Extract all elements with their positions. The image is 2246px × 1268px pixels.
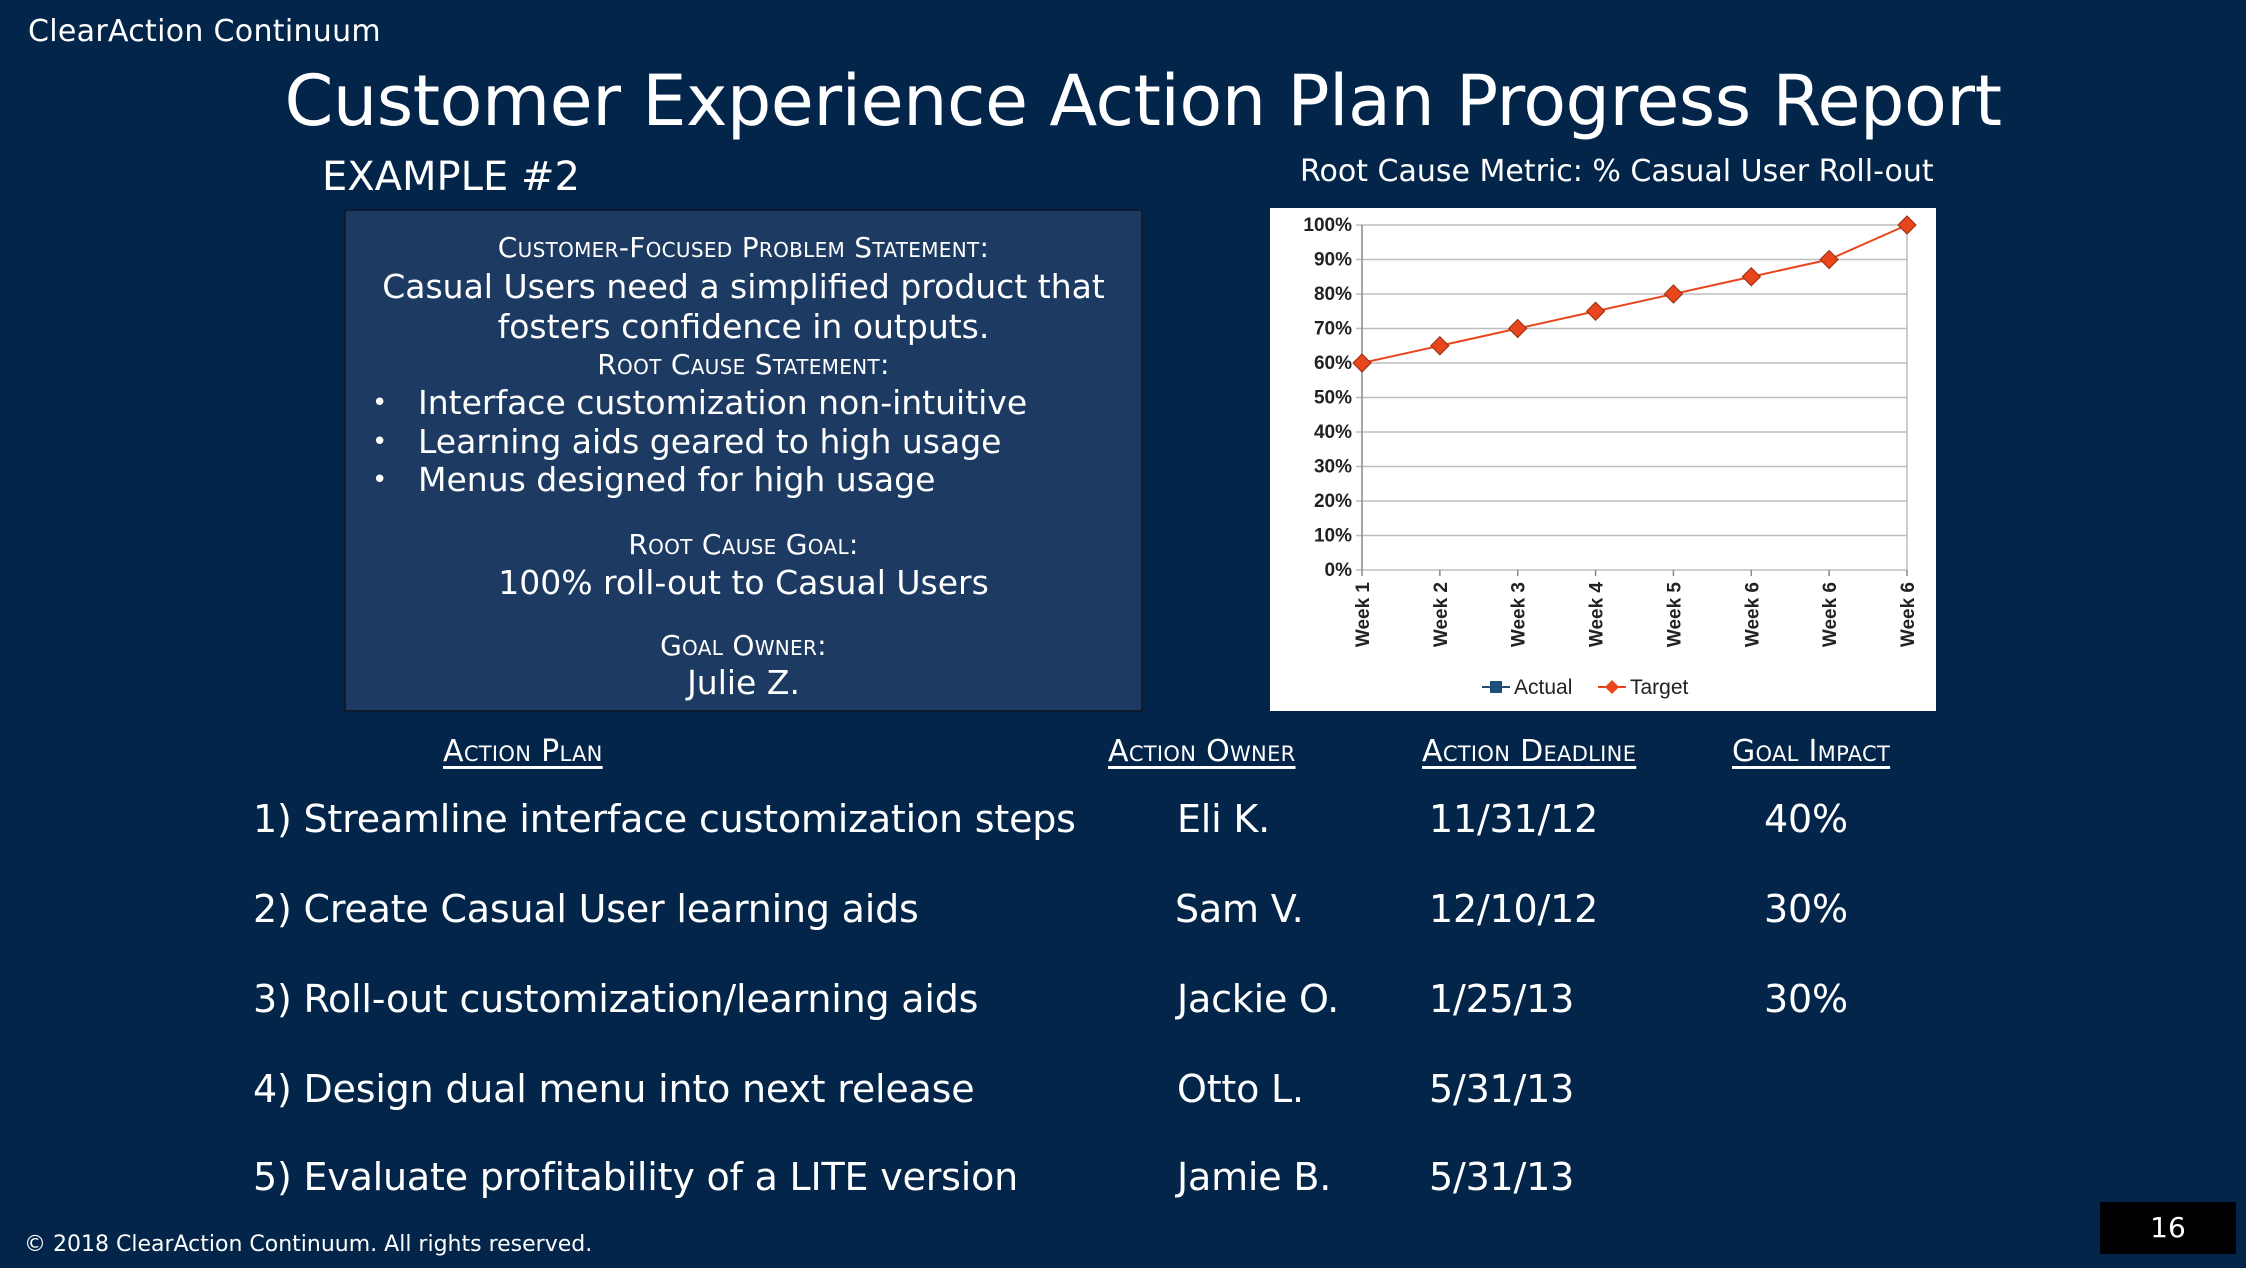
list-item: • Learning aids geared to high usage: [358, 421, 1027, 462]
header-goal-impact: Goal Impact: [1732, 734, 1891, 769]
copyright-footer: © 2018 ClearAction Continuum. All rights…: [24, 1232, 593, 1257]
data-point-marker: [1352, 353, 1372, 373]
list-item: • Menus designed for high usage: [358, 460, 1027, 500]
table-cell-plan: 1) Streamline interface customization st…: [253, 797, 1076, 841]
table-cell-plan: 5) Evaluate profitability of a LITE vers…: [253, 1155, 1019, 1199]
table-cell-owner: Otto L.: [1177, 1067, 1304, 1111]
data-point-marker: [1508, 318, 1528, 339]
root-cause-goal-text: 100% roll-out to Casual Users: [498, 563, 989, 602]
goal-owner-label: Goal Owner:: [660, 629, 827, 662]
legend-label: Target: [1630, 676, 1689, 699]
data-point-marker: [1430, 336, 1450, 356]
table-cell-owner: Sam V.: [1175, 887, 1304, 931]
problem-statement-line-2: fosters confidence in outputs.: [497, 307, 990, 346]
x-tick-label: Week 6: [1742, 582, 1763, 647]
table-cell-plan: 3) Roll-out customization/learning aids: [253, 977, 979, 1021]
rollout-chart-svg: 0% 10% 20% 30% 40% 50% 60% 70% 80% 90% 100% Week 1 W…: [1303, 215, 1919, 699]
root-cause-label: Root Cause Statement:: [597, 348, 890, 381]
goal-owner-name: Julie Z.: [687, 663, 800, 702]
data-point-marker: [1663, 284, 1684, 304]
root-cause-goal-label: Root Cause Goal:: [628, 528, 859, 561]
root-cause-list: • Interface customization non-intuitive •…: [358, 383, 1028, 500]
rollout-chart: 0% 10% 20% 30% 40% 50% 60% 70% 80% 90% 100% Week 1 W…: [1270, 208, 1936, 711]
x-tick-label: Week 2: [1431, 582, 1452, 647]
page-number: 16: [2100, 1202, 2236, 1254]
x-tick-label: Week 1: [1353, 582, 1374, 648]
y-tick-label: 50%: [1314, 388, 1352, 409]
problem-statement-box: Customer-Focused Problem Statement: Casu…: [344, 209, 1143, 712]
table-cell-deadline: 1/25/13: [1429, 977, 1575, 1021]
brand-name: ClearAction Continuum: [28, 14, 381, 49]
data-point-marker: [1585, 301, 1606, 321]
table-cell-deadline: 5/31/13: [1429, 1067, 1575, 1111]
y-tick-label: 100%: [1303, 215, 1352, 236]
x-tick-label: Week 5: [1664, 582, 1685, 648]
table-cell-owner: Jackie O.: [1177, 977, 1340, 1021]
table-cell-plan: 2) Create Casual User learning aids: [253, 887, 919, 931]
x-tick-label: Week 3: [1509, 582, 1530, 647]
legend-marker-diamond: [1605, 680, 1619, 694]
y-tick-label: 30%: [1314, 457, 1352, 478]
example-label: EXAMPLE #2: [322, 154, 580, 200]
y-tick-label: 60%: [1314, 353, 1352, 374]
header-action-deadline: Action Deadline: [1422, 734, 1637, 769]
y-tick-label: 70%: [1314, 319, 1352, 340]
table-cell-plan: 4) Design dual menu into next release: [253, 1067, 975, 1111]
problem-statement-line-1: Casual Users need a simplified product t…: [382, 267, 1105, 306]
header-action-owner: Action Owner: [1108, 734, 1296, 769]
root-cause-text: Interface customization non-intuitive: [418, 383, 1028, 422]
y-tick-label: 80%: [1314, 284, 1352, 305]
table-cell-impact: 40%: [1764, 797, 1848, 841]
x-tick-label: Week 4: [1587, 582, 1608, 648]
root-cause-text: Learning aids geared to high usage: [418, 421, 1002, 461]
table-cell-deadline: 11/31/12: [1429, 797, 1599, 841]
bullet-icon: •: [372, 465, 388, 495]
y-tick-label: 20%: [1314, 491, 1352, 512]
page-title: Customer Experience Action Plan Progress…: [284, 60, 2002, 142]
problem-statement-label: Customer-Focused Problem Statement:: [497, 231, 990, 264]
x-tick-label: Week 6: [1820, 582, 1841, 647]
root-cause-text: Menus designed for high usage: [418, 460, 936, 499]
list-item: • Interface customization non-intuitive: [358, 383, 1028, 423]
table-cell-owner: Eli K.: [1177, 797, 1271, 841]
data-point-marker: [1741, 267, 1761, 287]
chart-title: Root Cause Metric: % Casual User Roll-ou…: [1300, 154, 1934, 189]
bullet-icon: •: [372, 426, 388, 457]
legend-label: Actual: [1514, 676, 1572, 699]
x-tick-label: Week 6: [1898, 582, 1919, 647]
table-cell-impact: 30%: [1764, 977, 1848, 1021]
data-point-marker: [1897, 215, 1917, 235]
y-tick-label: 0%: [1325, 560, 1353, 581]
table-cell-owner: Jamie B.: [1177, 1155, 1332, 1199]
table-cell-deadline: 5/31/13: [1429, 1155, 1575, 1199]
y-tick-label: 40%: [1314, 422, 1352, 443]
header-action-plan: Action Plan: [443, 734, 603, 769]
y-tick-label: 10%: [1314, 526, 1352, 547]
data-point-marker: [1819, 249, 1839, 270]
bullet-icon: •: [372, 388, 388, 418]
table-cell-deadline: 12/10/12: [1429, 887, 1599, 931]
legend-marker-square: [1490, 681, 1502, 693]
y-tick-label: 90%: [1314, 250, 1352, 271]
table-cell-impact: 30%: [1764, 887, 1848, 931]
